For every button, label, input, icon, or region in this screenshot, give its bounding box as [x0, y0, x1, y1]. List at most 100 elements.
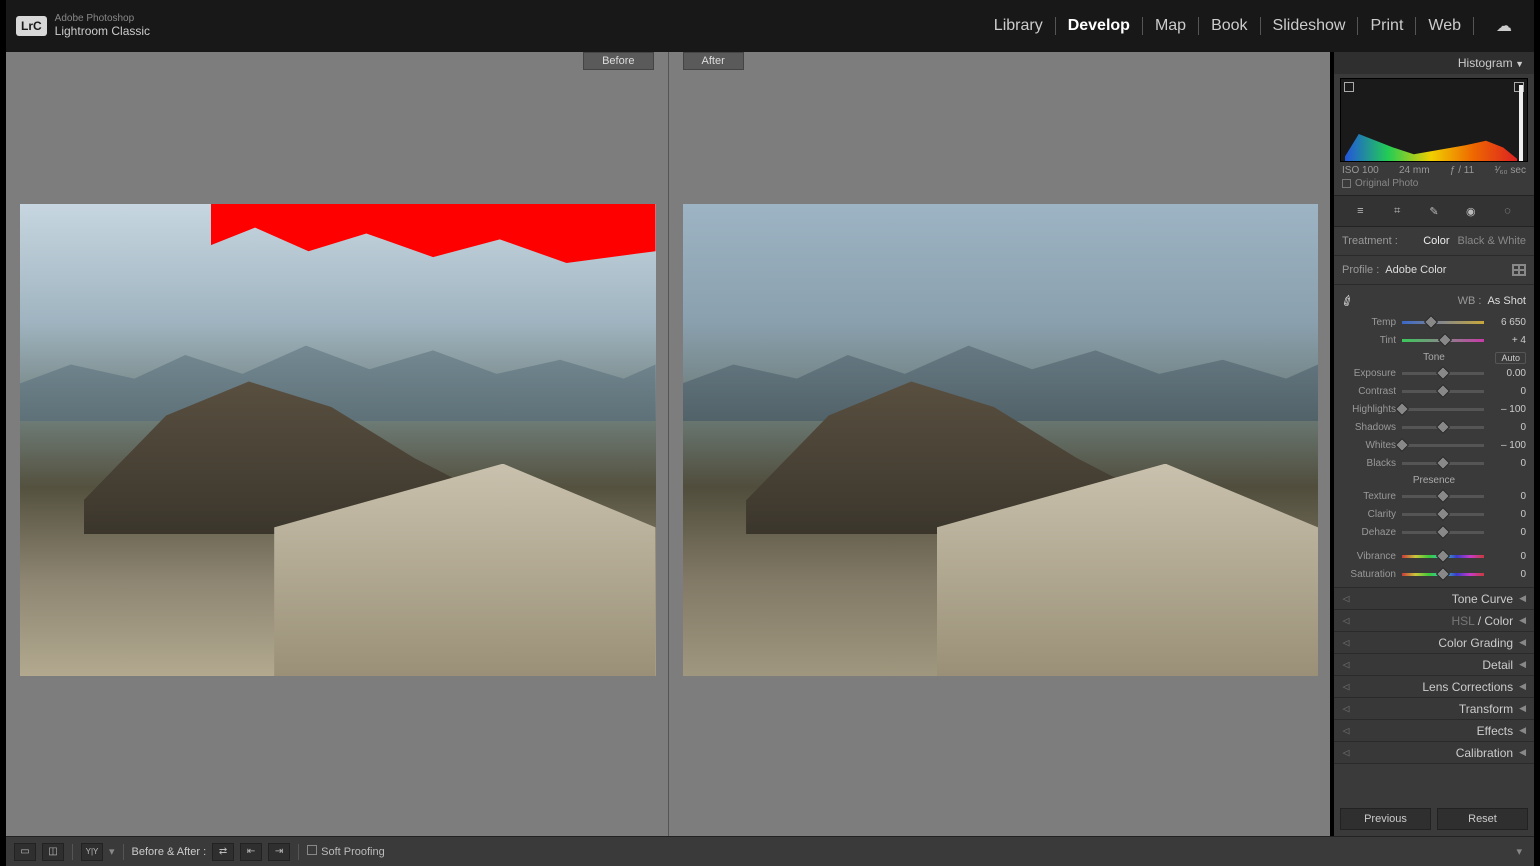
dehaze-label: Dehaze: [1342, 527, 1396, 538]
original-photo-label: Original Photo: [1355, 178, 1418, 189]
local-tool-strip: ≡ ⌗ ✎ ◉ ◌: [1334, 195, 1534, 227]
module-map[interactable]: Map: [1143, 17, 1199, 35]
after-photo[interactable]: [683, 204, 1319, 676]
eye-icon: ⏿: [1342, 591, 1350, 606]
compare-view-button[interactable]: ◫: [42, 843, 64, 861]
redeye-icon[interactable]: ◉: [1462, 202, 1480, 220]
panel-calibration[interactable]: ⏿Calibration◀: [1334, 742, 1534, 764]
module-slideshow[interactable]: Slideshow: [1261, 17, 1359, 35]
previous-button[interactable]: Previous: [1340, 808, 1431, 830]
masking-icon[interactable]: ◌: [1499, 202, 1517, 220]
tint-value[interactable]: + 4: [1490, 335, 1526, 346]
dehaze-slider[interactable]: [1402, 526, 1484, 538]
highlights-slider[interactable]: [1402, 403, 1484, 415]
cloud-sync-icon[interactable]: ☁: [1484, 16, 1524, 36]
before-pane: Before: [6, 52, 669, 836]
panel-detail[interactable]: ⏿Detail◀: [1334, 654, 1534, 676]
original-photo-toggle[interactable]: Original Photo: [1334, 176, 1534, 195]
wb-dropdown[interactable]: As Shot: [1487, 295, 1526, 307]
panel-transform[interactable]: ⏿Transform◀: [1334, 698, 1534, 720]
module-web[interactable]: Web: [1416, 17, 1474, 35]
exposure-value[interactable]: 0.00: [1490, 368, 1526, 379]
chevron-left-icon: ◀: [1519, 659, 1526, 670]
edit-sliders-icon[interactable]: ≡: [1351, 202, 1369, 220]
texture-value[interactable]: 0: [1490, 491, 1526, 502]
panel-hsl-color[interactable]: ⏿HSL / Color◀: [1334, 610, 1534, 632]
clarity-slider[interactable]: [1402, 508, 1484, 520]
eye-icon: ⏿: [1342, 745, 1350, 760]
after-label: After: [683, 52, 744, 70]
temp-slider[interactable]: [1402, 316, 1484, 328]
develop-right-panel: Histogram ISO 100 24 mm ƒ / 11 ¹⁄₆₀ sec …: [1334, 52, 1534, 836]
basic-section: ✐ WB : As Shot Temp6 650 Tint+ 4 ToneAut…: [1334, 285, 1534, 588]
panel-tone-curve[interactable]: ⏿Tone Curve◀: [1334, 588, 1534, 610]
profile-dropdown[interactable]: Adobe Color: [1385, 264, 1506, 276]
swap-button[interactable]: ⇄: [212, 843, 234, 861]
whites-value[interactable]: – 100: [1490, 440, 1526, 451]
saturation-value[interactable]: 0: [1490, 569, 1526, 580]
module-print[interactable]: Print: [1358, 17, 1416, 35]
temp-value[interactable]: 6 650: [1490, 317, 1526, 328]
exposure-slider[interactable]: [1402, 367, 1484, 379]
shadow-clip-toggle[interactable]: [1344, 82, 1354, 92]
blacks-slider[interactable]: [1402, 457, 1484, 469]
highlights-value[interactable]: – 100: [1490, 404, 1526, 415]
histogram-meta: ISO 100 24 mm ƒ / 11 ¹⁄₆₀ sec: [1334, 162, 1534, 176]
clarity-value[interactable]: 0: [1490, 509, 1526, 520]
chevron-left-icon: ◀: [1519, 637, 1526, 648]
filmstrip-chevron-icon[interactable]: ▾: [1516, 845, 1522, 858]
dehaze-value[interactable]: 0: [1490, 527, 1526, 538]
wb-eyedropper-icon[interactable]: ✐: [1339, 291, 1358, 312]
profile-browser-icon[interactable]: [1512, 264, 1526, 276]
profile-section: Profile : Adobe Color: [1334, 256, 1534, 285]
auto-button[interactable]: Auto: [1495, 352, 1526, 364]
shadows-slider[interactable]: [1402, 421, 1484, 433]
healing-icon[interactable]: ✎: [1425, 202, 1443, 220]
panel-color-grading[interactable]: ⏿Color Grading◀: [1334, 632, 1534, 654]
copy-after-button[interactable]: ⇥: [268, 843, 290, 861]
contrast-slider[interactable]: [1402, 385, 1484, 397]
tint-slider[interactable]: [1402, 334, 1484, 346]
panel-lens-corrections[interactable]: ⏿Lens Corrections◀: [1334, 676, 1534, 698]
loupe-view-button[interactable]: ▭: [14, 843, 36, 861]
contrast-label: Contrast: [1342, 386, 1396, 397]
chevron-left-icon: ◀: [1519, 725, 1526, 736]
histogram[interactable]: [1340, 78, 1528, 162]
module-develop[interactable]: Develop: [1056, 17, 1143, 35]
panel-effects[interactable]: ⏿Effects◀: [1334, 720, 1534, 742]
blacks-label: Blacks: [1342, 458, 1396, 469]
contrast-value[interactable]: 0: [1490, 386, 1526, 397]
before-after-lr-button[interactable]: Y|Y: [81, 843, 103, 861]
soft-proofing-toggle[interactable]: Soft Proofing: [307, 845, 385, 858]
module-book[interactable]: Book: [1199, 17, 1260, 35]
chevron-left-icon: ◀: [1519, 593, 1526, 604]
copy-before-button[interactable]: ⇤: [240, 843, 262, 861]
treatment-section: Treatment : Color Black & White: [1334, 227, 1534, 256]
meta-aperture: ƒ / 11: [1450, 165, 1474, 176]
chevron-left-icon: ◀: [1519, 615, 1526, 626]
eye-icon: ⏿: [1342, 701, 1350, 716]
temp-label: Temp: [1342, 317, 1396, 328]
saturation-slider[interactable]: [1402, 568, 1484, 580]
crop-icon[interactable]: ⌗: [1388, 202, 1406, 220]
tone-group-label: Tone: [1423, 352, 1445, 363]
blacks-value[interactable]: 0: [1490, 458, 1526, 469]
histogram-header[interactable]: Histogram: [1334, 52, 1534, 74]
reset-button[interactable]: Reset: [1437, 808, 1528, 830]
treatment-color[interactable]: Color: [1423, 235, 1449, 247]
clarity-label: Clarity: [1342, 509, 1396, 520]
texture-slider[interactable]: [1402, 490, 1484, 502]
vibrance-slider[interactable]: [1402, 550, 1484, 562]
before-label: Before: [583, 52, 653, 70]
footer-toolbar: ▭ ◫ Y|Y ▾ Before & After : ⇄ ⇤ ⇥ Soft Pr…: [6, 836, 1534, 866]
shadows-value[interactable]: 0: [1490, 422, 1526, 433]
before-photo[interactable]: [20, 204, 656, 676]
eye-icon: ⏿: [1342, 679, 1350, 694]
whites-slider[interactable]: [1402, 439, 1484, 451]
vibrance-value[interactable]: 0: [1490, 551, 1526, 562]
treatment-bw[interactable]: Black & White: [1458, 235, 1526, 247]
chevron-left-icon: ◀: [1519, 747, 1526, 758]
meta-focal: 24 mm: [1399, 165, 1430, 176]
module-library[interactable]: Library: [982, 17, 1056, 35]
module-picker: Library Develop Map Book Slideshow Print…: [982, 16, 1524, 36]
